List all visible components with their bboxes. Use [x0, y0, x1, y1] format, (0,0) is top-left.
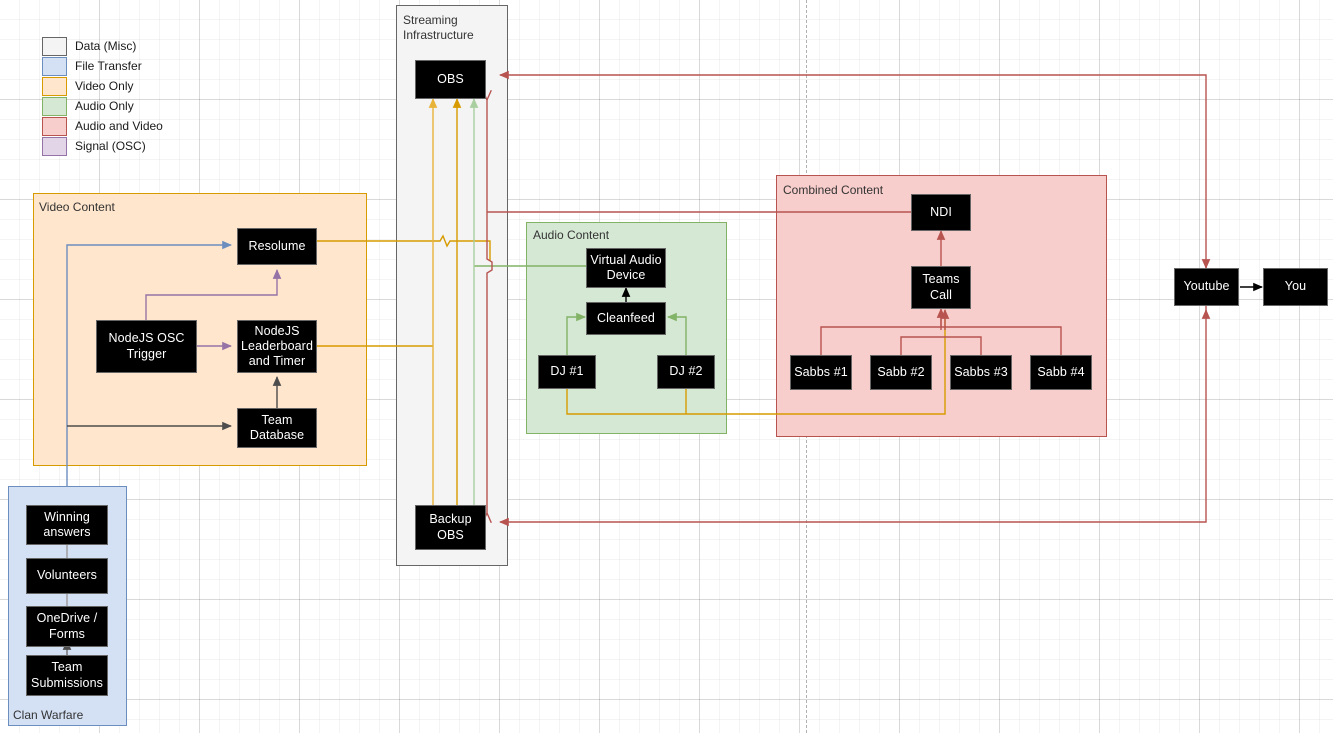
legend-label-audio-only: Audio Only: [75, 99, 134, 113]
legend-item-data-misc: Data (Misc): [42, 36, 242, 56]
node-resolume[interactable]: Resolume: [237, 228, 317, 265]
legend-swatch-audio-only: [42, 97, 67, 116]
group-label-streaming-infrastructure: Streaming Infrastructure: [403, 13, 503, 43]
node-sabbs-3[interactable]: Sabbs #3: [950, 355, 1012, 390]
node-sabbs-1[interactable]: Sabbs #1: [790, 355, 852, 390]
legend-swatch-audio-and-video: [42, 117, 67, 136]
node-ndi[interactable]: NDI: [911, 194, 971, 231]
legend: Data (Misc) File Transfer Video Only Aud…: [42, 36, 242, 156]
legend-item-video-only: Video Only: [42, 76, 242, 96]
node-cleanfeed[interactable]: Cleanfeed: [586, 302, 666, 335]
legend-swatch-signal-osc: [42, 137, 67, 156]
legend-item-signal-osc: Signal (OSC): [42, 136, 242, 156]
node-backup-obs[interactable]: Backup OBS: [415, 505, 486, 550]
node-teams-call[interactable]: Teams Call: [911, 266, 971, 309]
group-label-combined-content: Combined Content: [783, 183, 883, 198]
node-dj-1[interactable]: DJ #1: [538, 355, 596, 389]
node-obs[interactable]: OBS: [415, 60, 486, 99]
legend-item-audio-only: Audio Only: [42, 96, 242, 116]
legend-item-file-transfer: File Transfer: [42, 56, 242, 76]
legend-label-video-only: Video Only: [75, 79, 133, 93]
node-sabb-4[interactable]: Sabb #4: [1030, 355, 1092, 390]
node-winning-answers[interactable]: Winning answers: [26, 505, 108, 545]
node-onedrive-forms[interactable]: OneDrive / Forms: [26, 606, 108, 647]
legend-label-audio-and-video: Audio and Video: [75, 119, 163, 133]
node-nodejs-leaderboard[interactable]: NodeJS Leaderboard and Timer: [237, 320, 317, 373]
group-label-video-content: Video Content: [39, 200, 115, 215]
node-nodejs-osc-trigger[interactable]: NodeJS OSC Trigger: [96, 320, 197, 373]
group-label-audio-content: Audio Content: [533, 228, 609, 243]
node-virtual-audio-device[interactable]: Virtual Audio Device: [586, 248, 666, 288]
group-label-clan-warfare: Clan Warfare: [13, 708, 83, 723]
legend-swatch-video-only: [42, 77, 67, 96]
legend-swatch-file-transfer: [42, 57, 67, 76]
node-volunteers[interactable]: Volunteers: [26, 558, 108, 594]
legend-label-data-misc: Data (Misc): [75, 39, 136, 53]
legend-label-file-transfer: File Transfer: [75, 59, 142, 73]
node-youtube[interactable]: Youtube: [1174, 268, 1239, 306]
legend-label-signal-osc: Signal (OSC): [75, 139, 146, 153]
node-team-database[interactable]: Team Database: [237, 408, 317, 448]
legend-item-audio-and-video: Audio and Video: [42, 116, 242, 136]
diagram-canvas: Streaming Infrastructure Video Content A…: [0, 0, 1333, 733]
node-sabb-2[interactable]: Sabb #2: [870, 355, 932, 390]
node-you[interactable]: You: [1263, 268, 1328, 306]
node-dj-2[interactable]: DJ #2: [657, 355, 715, 389]
legend-swatch-data-misc: [42, 37, 67, 56]
node-team-submissions[interactable]: Team Submissions: [26, 655, 108, 696]
